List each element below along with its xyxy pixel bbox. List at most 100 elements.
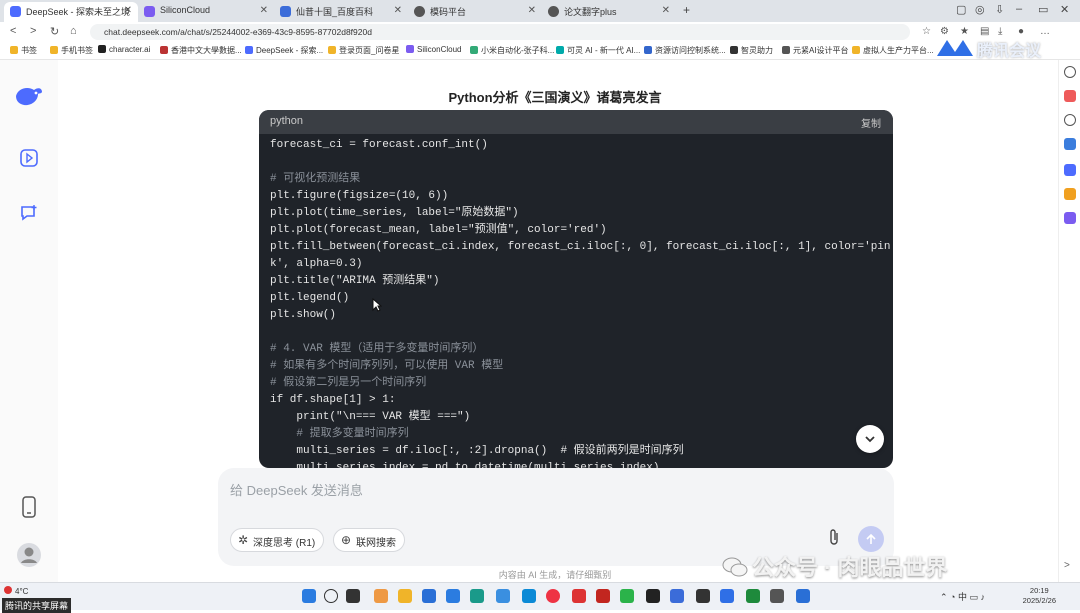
bookmark-item[interactable]: 登录页面_问卷星 <box>328 45 399 56</box>
address-bar-row: < > ↻ ⌂ chat.deepseek.com/a/chat/s/25244… <box>0 22 1080 42</box>
pin-icon[interactable]: ⇩ <box>995 3 1004 16</box>
web-search-button[interactable]: ⊕ 联网搜索 <box>333 528 405 552</box>
app-icon[interactable] <box>374 589 388 603</box>
globe-favicon-icon <box>548 6 559 17</box>
game-icon[interactable] <box>1064 164 1076 176</box>
home-icon[interactable]: ⌂ <box>70 25 77 37</box>
circle-icon[interactable] <box>1064 114 1076 126</box>
new-chat-icon[interactable] <box>18 148 40 170</box>
minimize-icon[interactable]: – <box>1016 3 1022 15</box>
panel-collapse-icon[interactable]: > <box>1064 560 1070 571</box>
tray-icons[interactable]: ⌃ ◔ 中 ▭ ♪ <box>940 590 985 603</box>
app-icon[interactable] <box>696 589 710 603</box>
mobile-app-icon[interactable] <box>18 496 40 518</box>
send-button[interactable] <box>858 526 884 552</box>
copy-code-button[interactable]: 复制 <box>861 115 881 130</box>
code-line: plt.plot(forecast_mean, label="预测值", col… <box>270 224 607 236</box>
file-explorer-icon[interactable] <box>398 589 412 603</box>
meeting-logo-text: 腾讯会议 <box>977 43 1042 60</box>
tab-model-platform[interactable]: 模码平台 ✕ <box>408 2 542 22</box>
attach-icon[interactable] <box>828 528 840 550</box>
system-clock[interactable]: 20:19 2025/2/26 <box>1023 586 1056 606</box>
bookmark-item[interactable]: 资源访问控制系统... <box>644 45 726 56</box>
atom-icon: ✲ <box>238 533 249 547</box>
code-line: plt.fill_between(forecast_ci.index, fore… <box>270 241 891 253</box>
weather-widget[interactable]: 4°C <box>4 586 28 596</box>
translate-icon[interactable] <box>1064 138 1076 150</box>
app-icon[interactable] <box>496 589 510 603</box>
screen-share-label: 腾讯的共享屏幕 <box>2 598 72 613</box>
url-field[interactable]: chat.deepseek.com/a/chat/s/25244002-e369… <box>90 24 910 40</box>
deepseek-logo-icon[interactable] <box>14 84 44 106</box>
mail-icon[interactable] <box>422 589 436 603</box>
copilot-icon[interactable] <box>1064 90 1076 102</box>
deep-think-label: 深度思考 (R1) <box>253 538 316 549</box>
bookmark-item[interactable]: 元紧AI设计平台 <box>782 45 849 56</box>
tab-baike[interactable]: 仙昔十国_百度百科 ✕ <box>274 2 408 22</box>
back-icon[interactable]: < <box>10 25 16 37</box>
chat-bubble-icon[interactable] <box>18 203 40 225</box>
tab-search-icon[interactable]: ▢ <box>956 3 966 16</box>
maximize-icon[interactable]: ▭ <box>1038 3 1048 16</box>
deep-think-button[interactable]: ✲ 深度思考 (R1) <box>230 528 325 552</box>
search-icon[interactable] <box>1064 66 1076 78</box>
close-tab-icon[interactable]: ✕ <box>124 5 132 16</box>
close-tab-icon[interactable]: ✕ <box>528 5 536 16</box>
tab-siliconcloud[interactable]: SiliconCloud ✕ <box>138 2 274 22</box>
globe-favicon-icon <box>414 6 425 17</box>
browser-side-panel: > <box>1058 60 1080 582</box>
code-line: # 假设第二列是另一个时间序列 <box>270 377 427 389</box>
wps-icon[interactable] <box>596 589 610 603</box>
profile-icon[interactable]: ◎ <box>975 3 985 16</box>
code-line: plt.show() <box>270 309 337 321</box>
scroll-to-bottom-button[interactable] <box>856 425 884 453</box>
bookmark-item[interactable]: 小米自动化-张子科... <box>470 45 554 56</box>
app-icon[interactable] <box>572 589 586 603</box>
bookmark-star-icon[interactable]: ☆ <box>922 26 931 37</box>
store-icon[interactable] <box>446 589 460 603</box>
tab-paper-translate[interactable]: 论文翻字plus ✕ <box>542 2 676 22</box>
code-line: plt.legend() <box>270 292 350 304</box>
start-icon[interactable] <box>302 589 316 603</box>
code-language-label: python <box>270 115 304 127</box>
close-window-icon[interactable]: ✕ <box>1060 3 1069 16</box>
wechat-icon[interactable] <box>620 589 634 603</box>
office-icon[interactable] <box>1064 212 1076 224</box>
close-tab-icon[interactable]: ✕ <box>662 5 670 16</box>
tab-deepseek[interactable]: DeepSeek - 探索未至之境 ✕ <box>4 2 138 22</box>
app-icon[interactable] <box>670 589 684 603</box>
reload-icon[interactable]: ↻ <box>50 25 59 38</box>
bookmark-item[interactable]: character.ai <box>98 45 150 54</box>
chrome-icon[interactable] <box>546 589 560 603</box>
app-icon[interactable] <box>746 589 760 603</box>
bookmark-item[interactable]: 虚拟人生产力平台... <box>852 45 934 56</box>
code-line: # 可视化预测结果 <box>270 173 361 185</box>
forward-icon[interactable]: > <box>30 25 36 37</box>
app-icon[interactable] <box>522 589 536 603</box>
new-tab-icon[interactable]: + <box>683 3 690 17</box>
close-tab-icon[interactable]: ✕ <box>260 5 268 16</box>
code-line: print("\n=== VAR 模型 ===") <box>270 411 471 423</box>
code-line: plt.title("ARIMA 预测结果") <box>270 275 440 287</box>
weather-icon <box>4 586 12 594</box>
task-view-icon[interactable] <box>346 589 360 603</box>
user-avatar[interactable] <box>16 542 42 568</box>
bookmark-item[interactable]: SiliconCloud <box>406 45 461 54</box>
bookmark-item[interactable]: DeepSeek - 探索... <box>245 45 323 56</box>
message-input-placeholder[interactable]: 给 DeepSeek 发送消息 <box>230 480 363 499</box>
app-icon[interactable] <box>646 589 660 603</box>
code-line: k', alpha=0.3) <box>270 258 363 270</box>
search-icon[interactable] <box>324 589 338 603</box>
bookmark-item[interactable]: 可灵 AI - 新一代 AI... <box>556 45 640 56</box>
siliconcloud-favicon-icon <box>144 6 155 17</box>
app-icon[interactable] <box>796 589 810 603</box>
bookmark-item[interactable]: 香港中文大學數据... <box>160 45 242 56</box>
app-icon[interactable] <box>770 589 784 603</box>
bookmark-item[interactable]: 智灵助力 <box>730 45 773 56</box>
bookmark-item[interactable]: 书签 <box>10 45 37 56</box>
bookmark-item[interactable]: 手机书签 <box>50 45 93 56</box>
edge-icon[interactable] <box>470 589 484 603</box>
tencent-meeting-icon[interactable] <box>720 589 734 603</box>
tools-icon[interactable] <box>1064 188 1076 200</box>
close-tab-icon[interactable]: ✕ <box>394 5 402 16</box>
